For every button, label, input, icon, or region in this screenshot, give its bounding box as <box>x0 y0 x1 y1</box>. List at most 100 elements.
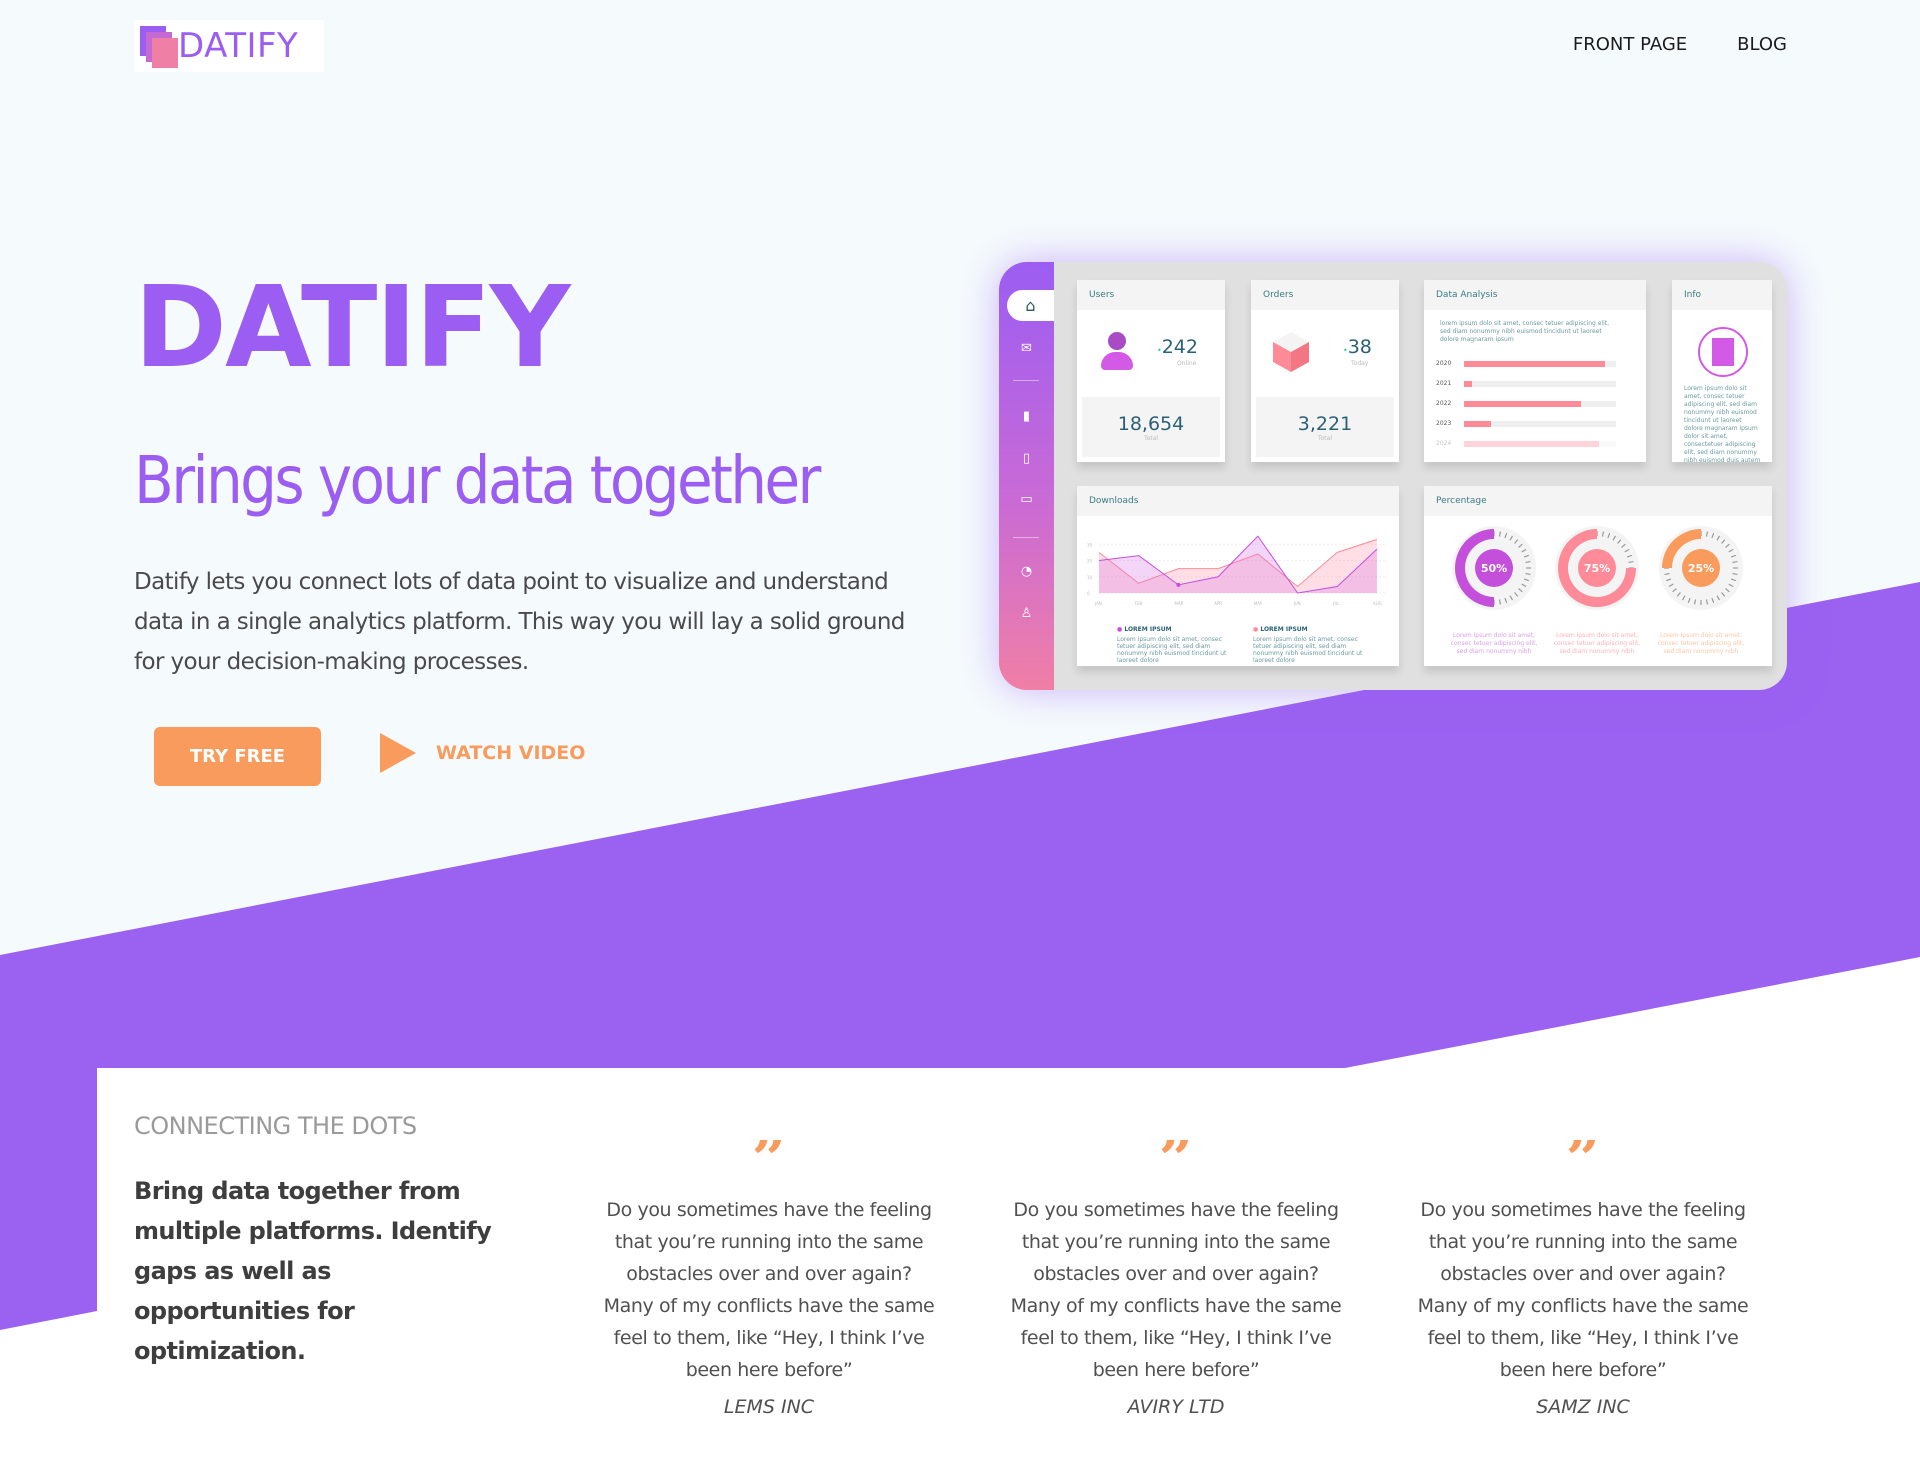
quote-icon: ” <box>1565 1140 1601 1180</box>
nav-front-page[interactable]: FRONT PAGE <box>1573 34 1687 55</box>
legend-text-1: Lorem ipsum dolo sit amet, consec tetuer… <box>1117 636 1227 664</box>
bar-label: 2020 <box>1436 360 1452 367</box>
file-icon: ▯ <box>1022 451 1031 466</box>
nav-blog[interactable]: BLOG <box>1737 34 1787 55</box>
bar-row: 2022 <box>1436 400 1616 408</box>
gauge-tick <box>1525 572 1531 576</box>
data-analysis-card: Data Analysis lorem ipsum dolo sit amet,… <box>1424 280 1646 462</box>
x-tick-label: JUL <box>1332 601 1340 606</box>
legend-text-2: Lorem ipsum dolo sit amet, consec tetuer… <box>1253 636 1363 664</box>
sidebar-divider <box>1013 380 1039 381</box>
percentage-title: Percentage <box>1424 486 1772 516</box>
logo[interactable]: DATIFY <box>134 20 324 72</box>
gauge-tick <box>1705 531 1709 537</box>
gauge-caption-1: Lorem ipsum dolo sit amet, consec tetuer… <box>1450 632 1538 655</box>
sidebar-divider <box>1013 537 1039 538</box>
bar-row: 2023 <box>1436 420 1616 428</box>
monitor-icon: ▭ <box>1020 492 1033 507</box>
x-tick-label: APR <box>1214 601 1222 606</box>
dashboard-preview: ⌂ ✉ ▮ ▯ ▭ ◔ ♙ Users •242 Online 18,654 T… <box>999 262 1787 690</box>
hero-title: DATIFY <box>134 263 571 393</box>
bar-fill <box>1464 401 1582 407</box>
bar-label: 2022 <box>1436 400 1452 407</box>
testimonial-quote: Do you sometimes have the feeling that y… <box>603 1199 935 1381</box>
y-tick-label: 10 <box>1087 575 1093 580</box>
testimonial: ” Do you sometimes have the feeling that… <box>599 1140 939 1418</box>
timer-icon: ◔ <box>1020 564 1033 579</box>
users-total-label: Total <box>1143 435 1158 442</box>
orders-total-label: Total <box>1317 435 1332 442</box>
gauge-tick <box>1732 572 1738 576</box>
testimonial-quote: Do you sometimes have the feeling that y… <box>1417 1199 1749 1381</box>
bar-row: 2021 <box>1436 380 1616 388</box>
testimonial-quote: Do you sometimes have the feeling that y… <box>1010 1199 1342 1381</box>
users-online-label: Online <box>1177 360 1197 367</box>
mail-icon: ✉ <box>1021 341 1032 356</box>
gauge-label: 75% <box>1584 562 1610 575</box>
legend-series-2: LOREM IPSUM <box>1260 626 1308 633</box>
gauge-tick <box>1498 599 1502 605</box>
gauge-tick <box>1693 599 1697 605</box>
gauge-label: 25% <box>1688 562 1714 575</box>
gauge-tick <box>1628 560 1634 564</box>
document-icon <box>1698 327 1748 377</box>
gauge-label: 50% <box>1481 562 1507 575</box>
section-kicker: CONNECTING THE DOTS <box>134 1112 417 1140</box>
watch-video-link[interactable]: WATCH VIDEO <box>380 733 585 773</box>
testimonial-author: SAMZ INC <box>1536 1396 1630 1418</box>
testimonial-author: AVIRY LTD <box>1127 1396 1225 1418</box>
gauge-tick <box>1732 560 1738 564</box>
info-card: Info Lorem ipsum dolo sit amet, consec t… <box>1672 280 1772 464</box>
downloads-title: Downloads <box>1077 486 1399 516</box>
logo-squares-icon <box>138 24 182 68</box>
gauge-group: 50% 75% 25% <box>1452 526 1743 610</box>
downloads-line-chart: 0 10 20 30 JAN FEB MAR APR MAY JUN JUL AUG <box>1087 535 1387 606</box>
users-total-value: 18,654 <box>1117 413 1185 435</box>
bar-track <box>1464 381 1616 387</box>
info-text: Lorem ipsum dolo sit amet, consec tetuer… <box>1684 385 1761 464</box>
quote-icon: ” <box>751 1140 787 1180</box>
gauge-tick <box>1601 531 1605 537</box>
users-card: Users •242 Online 18,654 Total <box>1077 280 1225 462</box>
home-icon: ⌂ <box>1007 290 1054 321</box>
main-nav: FRONT PAGE BLOG <box>1573 34 1787 55</box>
bar-label: 2023 <box>1436 420 1452 427</box>
x-tick-label: MAR <box>1174 601 1183 606</box>
y-tick-label: 0 <box>1087 591 1090 596</box>
gauge-tick <box>1664 572 1670 576</box>
x-tick-label: JAN <box>1094 601 1102 606</box>
x-tick-label: MAY <box>1254 601 1263 606</box>
data-analysis-title: Data Analysis <box>1424 280 1646 310</box>
bar-fill <box>1464 381 1472 387</box>
x-tick-label: FEB <box>1135 601 1143 606</box>
quote-icon: ” <box>1158 1140 1194 1180</box>
play-icon <box>380 733 416 773</box>
hero-description: Datify lets you connect lots of data poi… <box>134 569 905 675</box>
bar-track <box>1464 441 1616 447</box>
x-tick-label: JUN <box>1293 601 1301 606</box>
gauge-tick <box>1705 599 1709 605</box>
orders-card-title: Orders <box>1251 280 1399 310</box>
orders-card: Orders •38 Today 3,221 Total <box>1251 280 1399 462</box>
user-avatar-icon <box>1101 332 1133 372</box>
user-icon: ♙ <box>1020 606 1033 621</box>
users-online-value: 242 <box>1161 336 1198 358</box>
testimonial-author: LEMS INC <box>723 1396 815 1418</box>
dashboard-sidebar: ⌂ ✉ ▮ ▯ ▭ ◔ ♙ <box>999 262 1054 690</box>
gauge-caption-3: Lorem ipsum dolo sit amet, consec tetuer… <box>1657 632 1745 655</box>
legend-series-1: LOREM IPSUM <box>1124 626 1172 633</box>
gauge-tick <box>1498 531 1502 537</box>
x-tick-label: AUG <box>1373 601 1382 606</box>
bar-row: 2024 <box>1436 440 1616 448</box>
percentage-card: Percentage 50% 75% 25% Lorem ipsum dolo si… <box>1424 486 1772 666</box>
downloads-card: Downloads 0 10 20 30 JAN FEB MAR APR MAY JUN JUL AU… <box>1077 486 1399 666</box>
orders-today-label: Today <box>1351 360 1369 367</box>
testimonial: ” Do you sometimes have the feeling that… <box>1413 1140 1753 1418</box>
y-tick-label: 20 <box>1087 559 1093 564</box>
y-tick-label: 30 <box>1087 542 1093 547</box>
gauge-caption-2: Lorem ipsum dolo sit amet, consec tetuer… <box>1553 632 1641 655</box>
gauge-tick <box>1525 560 1531 564</box>
hero-subtitle: Brings your data together <box>134 442 821 519</box>
try-free-button[interactable]: TRY FREE <box>154 727 321 786</box>
orders-today-value: 38 <box>1347 336 1372 358</box>
